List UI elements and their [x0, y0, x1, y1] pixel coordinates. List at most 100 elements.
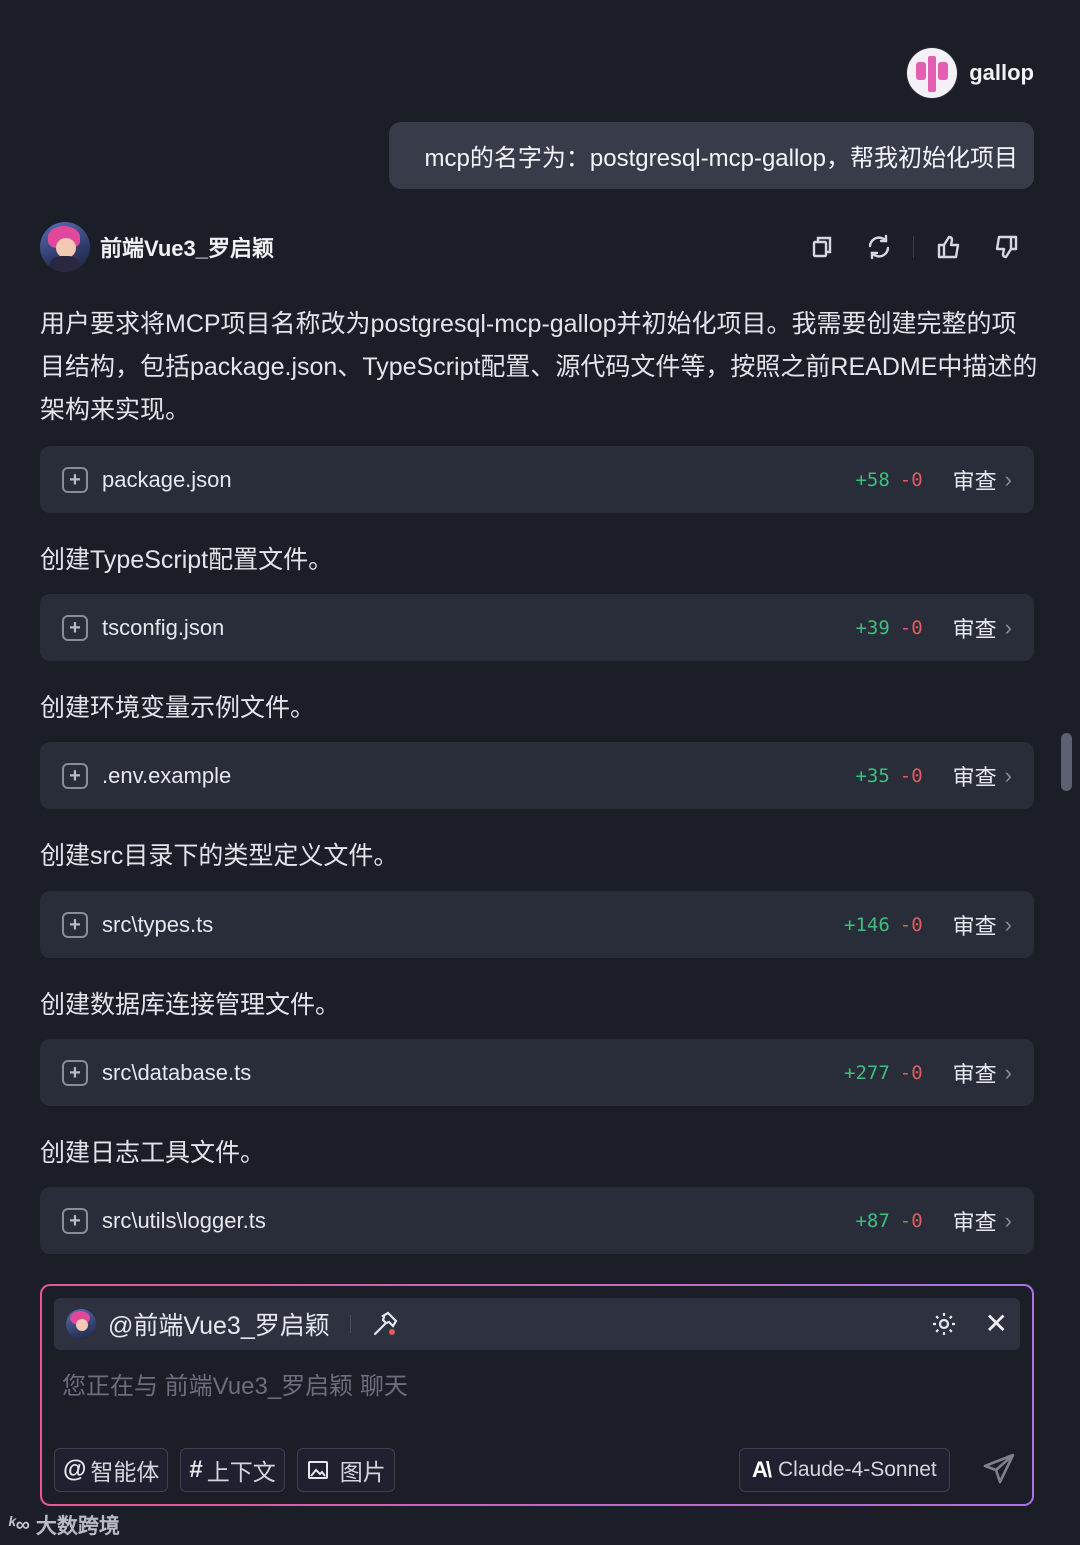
- file-name: .env.example: [102, 762, 232, 788]
- chevron-right-icon: ›: [1004, 762, 1012, 788]
- regenerate-button[interactable]: [850, 227, 907, 267]
- watermark: ᵏ∞ 大数跨境: [8, 1510, 120, 1540]
- user-header: gallop: [907, 48, 1034, 98]
- diff-stats: +277 -0: [844, 1062, 923, 1084]
- file-change-card[interactable]: + package.json +58 -0 审查 ›: [40, 446, 1034, 513]
- review-label: 审查: [952, 913, 997, 939]
- image-icon: [307, 1461, 328, 1479]
- review-button[interactable]: 审查 ›: [953, 1057, 1012, 1089]
- review-label: 审查: [952, 468, 997, 494]
- send-icon[interactable]: [982, 1452, 1016, 1486]
- thumbs-down-icon: [995, 235, 1017, 259]
- model-selector[interactable]: A\ Claude-4-Sonnet: [739, 1448, 950, 1492]
- file-add-icon: +: [62, 762, 88, 789]
- context-chip[interactable]: # 上下文: [180, 1448, 285, 1492]
- lines-added: +58: [855, 468, 890, 491]
- at-icon: @: [63, 1456, 87, 1483]
- diff-stats: +58 -0: [855, 469, 922, 491]
- diff-stats: +35 -0: [855, 765, 922, 787]
- agent-avatar: [66, 1309, 96, 1339]
- diff-stats: +146 -0: [844, 914, 923, 936]
- file-name: tsconfig.json: [102, 614, 225, 640]
- assistant-intro-text: 用户要求将MCP项目名称改为postgresql-mcp-gallop并初始化项…: [40, 310, 1038, 424]
- chevron-right-icon: ›: [1004, 1207, 1012, 1233]
- agent-chip[interactable]: @ 智能体: [54, 1448, 169, 1492]
- chip-label: 智能体: [90, 1459, 160, 1485]
- file-change-card[interactable]: + src\utils\logger.ts +87 -0 审查 ›: [40, 1187, 1034, 1254]
- file-add-icon: +: [62, 614, 88, 641]
- image-chip[interactable]: 图片: [296, 1448, 395, 1492]
- like-button[interactable]: [920, 227, 977, 267]
- lines-removed: -0: [899, 616, 923, 639]
- message-actions: [793, 227, 1034, 267]
- copy-icon: [812, 236, 831, 258]
- chevron-right-icon: ›: [1004, 1059, 1012, 1085]
- model-name: Claude-4-Sonnet: [778, 1458, 937, 1481]
- chip-label: 上下文: [206, 1459, 276, 1485]
- composer-chips: @ 智能体 # 上下文 图片: [54, 1448, 395, 1492]
- file-change-card[interactable]: + tsconfig.json +39 -0 审查 ›: [40, 594, 1034, 661]
- lines-added: +87: [855, 1209, 890, 1232]
- chat-page: gallop mcp的名字为：postgresql-mcp-gallop，帮我初…: [0, 0, 1080, 1545]
- agent-bar-separator: [349, 1315, 351, 1333]
- diff-stats: +87 -0: [855, 1210, 922, 1232]
- chevron-right-icon: ›: [1004, 466, 1012, 492]
- scrollbar-thumb[interactable]: [1061, 733, 1072, 791]
- step-text: 创建环境变量示例文件。: [40, 694, 316, 722]
- step-text: 创建src目录下的类型定义文件。: [40, 842, 399, 870]
- review-label: 审查: [952, 616, 997, 642]
- copy-button[interactable]: [793, 227, 850, 267]
- hammer-icon: [373, 1311, 398, 1336]
- lines-removed: -0: [899, 1061, 923, 1084]
- chevron-right-icon: ›: [1004, 911, 1012, 937]
- assistant-header: 前端Vue3_罗启颖: [40, 222, 1034, 272]
- lines-added: +35: [855, 764, 890, 787]
- tools-button[interactable]: [371, 1310, 399, 1338]
- file-add-icon: +: [62, 1059, 88, 1086]
- action-separator: [913, 236, 914, 258]
- review-button[interactable]: 审查 ›: [953, 760, 1012, 792]
- thumbs-up-icon: [937, 235, 959, 259]
- dislike-button[interactable]: [977, 227, 1034, 267]
- file-name: package.json: [102, 466, 232, 492]
- file-add-icon: +: [62, 1207, 88, 1234]
- lines-removed: -0: [899, 468, 923, 491]
- step-text: 创建日志工具文件。: [40, 1139, 266, 1167]
- lines-added: +146: [844, 913, 890, 936]
- review-button[interactable]: 审查 ›: [953, 612, 1012, 644]
- file-add-icon: +: [62, 911, 88, 938]
- review-button[interactable]: 审查 ›: [953, 464, 1012, 496]
- message-input[interactable]: 您正在与 前端Vue3_罗启颖 聊天: [62, 1366, 408, 1401]
- lines-removed: -0: [899, 764, 923, 787]
- file-name: src\database.ts: [102, 1059, 252, 1085]
- file-change-card[interactable]: + .env.example +35 -0 审查 ›: [40, 742, 1034, 809]
- review-button[interactable]: 审查 ›: [953, 909, 1012, 941]
- assistant-name: 前端Vue3_罗启颖: [100, 236, 275, 261]
- chevron-right-icon: ›: [1004, 614, 1012, 640]
- file-name: src\utils\logger.ts: [102, 1207, 266, 1233]
- step-text: 创建TypeScript配置文件。: [40, 546, 334, 574]
- lines-added: +39: [855, 616, 890, 639]
- review-button[interactable]: 审查 ›: [953, 1205, 1012, 1237]
- hash-icon: #: [189, 1456, 203, 1483]
- watermark-logo-icon: ᵏ∞: [8, 1513, 30, 1536]
- user-name: gallop: [969, 60, 1034, 85]
- assistant-avatar: [40, 222, 90, 272]
- file-change-card[interactable]: + src\types.ts +146 -0 审查 ›: [40, 891, 1034, 958]
- lines-removed: -0: [899, 1209, 923, 1232]
- gear-icon[interactable]: [931, 1311, 957, 1337]
- chat-composer: @前端Vue3_罗启颖 ✕ 您正在与 前端Vue3_罗启颖 聊天 @ 智能体 #…: [40, 1284, 1034, 1506]
- watermark-text: 大数跨境: [35, 1515, 120, 1538]
- user-avatar: [907, 48, 958, 98]
- step-text: 创建数据库连接管理文件。: [40, 991, 341, 1019]
- close-icon[interactable]: ✕: [985, 1310, 1008, 1338]
- refresh-icon: [868, 234, 889, 260]
- file-change-card[interactable]: + src\database.ts +277 -0 审查 ›: [40, 1039, 1034, 1106]
- file-name: src\types.ts: [102, 911, 214, 937]
- selected-agent-bar: @前端Vue3_罗启颖 ✕: [54, 1298, 1020, 1350]
- lines-removed: -0: [899, 913, 923, 936]
- diff-stats: +39 -0: [855, 617, 922, 639]
- review-label: 审查: [952, 1061, 997, 1087]
- lines-added: +277: [844, 1061, 890, 1084]
- anthropic-logo-icon: A\: [752, 1457, 772, 1482]
